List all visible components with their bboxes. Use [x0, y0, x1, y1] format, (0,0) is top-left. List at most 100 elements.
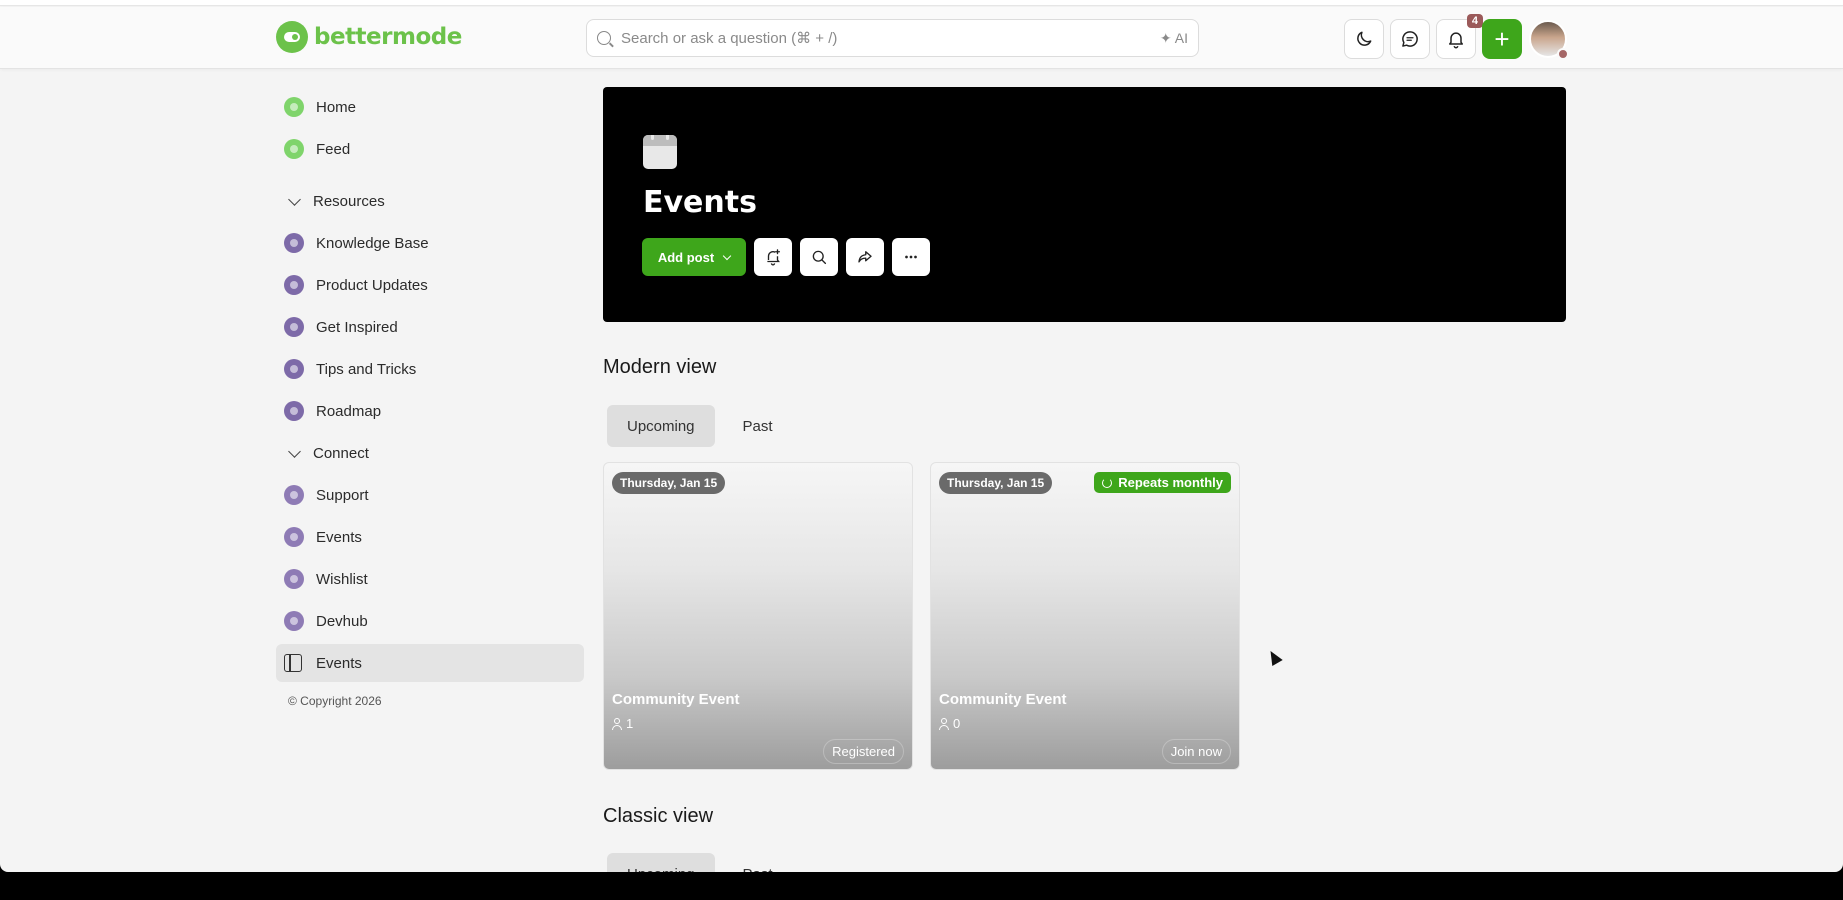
sidebar-item-label: Home — [316, 98, 357, 116]
user-icon — [939, 717, 949, 730]
tab-upcoming[interactable]: Upcoming — [607, 853, 715, 872]
add-post-button[interactable]: Add post — [642, 238, 746, 276]
sidebar-item-get-inspired[interactable]: Get Inspired — [276, 308, 584, 346]
moon-icon — [1357, 31, 1372, 46]
chat-bubble-icon — [284, 527, 304, 547]
sidebar-item-devhub[interactable]: Devhub — [276, 602, 584, 640]
at-sign-icon — [284, 611, 304, 631]
sidebar-item-wishlist[interactable]: Wishlist — [276, 560, 584, 598]
chevron-down-icon — [288, 192, 301, 206]
notification-badge: 4 — [1466, 14, 1483, 28]
attendee-count: 1 — [612, 716, 633, 731]
sidebar-item-label: Support — [316, 486, 369, 504]
sidebar-item-label: Feed — [316, 140, 351, 158]
user-icon — [612, 717, 622, 730]
repeat-icon — [1102, 477, 1113, 488]
event-date-badge: Thursday, Jan 15 — [939, 472, 1053, 494]
sidebar-item-label: Get Inspired — [316, 318, 398, 336]
status-indicator — [1557, 48, 1569, 60]
sidebar-item-home[interactable]: Home — [276, 88, 584, 126]
sidebar-panel-icon — [284, 654, 302, 672]
browser-top-strip — [0, 0, 1843, 6]
chevron-down-icon — [288, 444, 301, 458]
event-card[interactable]: Thursday, Jan 15 Repeats monthly Communi… — [930, 462, 1240, 770]
create-button[interactable]: + — [1482, 19, 1522, 59]
subscribe-button[interactable] — [754, 238, 792, 276]
search-input[interactable] — [621, 29, 1160, 47]
sidebar-item-feed[interactable]: Feed — [276, 130, 584, 168]
sidebar-item-label: Events — [316, 528, 362, 546]
section-heading-classic-view: Classic view — [603, 805, 714, 827]
event-card[interactable]: Thursday, Jan 15 Community Event 1 Regis… — [603, 462, 913, 770]
section-heading-modern-view: Modern view — [603, 356, 717, 378]
dark-mode-button[interactable] — [1344, 19, 1384, 59]
lightbulb-icon — [284, 233, 304, 253]
logo-text: bettermode — [314, 24, 462, 50]
attendee-count-value: 1 — [626, 716, 634, 731]
sidebar-item-label: Knowledge Base — [316, 234, 429, 252]
classic-view-tabs: Upcoming Past — [607, 853, 793, 872]
more-options-button[interactable] — [892, 238, 930, 276]
search-space-button[interactable] — [800, 238, 838, 276]
add-post-label: Add post — [657, 249, 715, 265]
chat-icon — [1402, 31, 1418, 47]
attendee-count: 0 — [939, 716, 960, 731]
sidebar-item-label: Product Updates — [316, 276, 428, 294]
top-header: bettermode ✦ AI 4 + — [0, 7, 1843, 69]
event-title[interactable]: Community Event — [612, 691, 740, 708]
share-icon — [858, 251, 872, 263]
section-connect-toggle[interactable]: Connect — [276, 434, 584, 472]
sidebar-item-knowledge-base[interactable]: Knowledge Base — [276, 224, 584, 262]
sidebar-item-label: Wishlist — [316, 570, 368, 588]
sidebar-item-events-active[interactable]: Events — [276, 644, 584, 682]
chevron-down-icon — [722, 251, 732, 260]
repeats-label: Repeats monthly — [1118, 475, 1223, 490]
messages-button[interactable] — [1390, 19, 1430, 59]
section-label: Resources — [313, 192, 385, 210]
search-icon — [597, 31, 611, 45]
calendar-icon — [643, 135, 677, 169]
event-title[interactable]: Community Event — [939, 691, 1067, 708]
page-title: Events — [643, 185, 757, 220]
section-label: Connect — [313, 444, 369, 462]
tab-upcoming[interactable]: Upcoming — [607, 405, 715, 447]
sidebar-item-roadmap[interactable]: Roadmap — [276, 392, 584, 430]
sidebar-item-label: Devhub — [316, 612, 368, 630]
bell-icon — [1449, 32, 1463, 49]
logo-mark-icon — [276, 21, 308, 53]
chat-bubble-icon — [284, 485, 304, 505]
sidebar-item-events[interactable]: Events — [276, 518, 584, 556]
sidebar-item-product-updates[interactable]: Product Updates — [276, 266, 584, 304]
event-date-badge: Thursday, Jan 15 — [612, 472, 726, 494]
sidebar: Home Feed Resources Knowledge Base Produ… — [276, 88, 584, 708]
modern-view-tabs: Upcoming Past — [607, 405, 793, 447]
ai-button[interactable]: ✦ AI — [1160, 30, 1188, 47]
tab-past[interactable]: Past — [723, 405, 793, 447]
mouse-cursor-icon — [1265, 647, 1283, 667]
sidebar-item-tips-and-tricks[interactable]: Tips and Tricks — [276, 350, 584, 388]
map-icon — [284, 401, 304, 421]
section-resources-toggle[interactable]: Resources — [276, 182, 584, 220]
attendee-count-value: 0 — [953, 716, 961, 731]
registered-button[interactable]: Registered — [823, 739, 904, 764]
app-viewport: bettermode ✦ AI 4 + Home Feed — [0, 0, 1843, 872]
search-bar[interactable]: ✦ AI — [586, 19, 1199, 57]
sidebar-item-support[interactable]: Support — [276, 476, 584, 514]
bulb-icon — [284, 569, 304, 589]
notifications-button[interactable]: 4 — [1436, 14, 1483, 59]
share-button[interactable] — [846, 238, 884, 276]
search-icon — [812, 250, 827, 265]
sidebar-item-label: Roadmap — [316, 402, 382, 420]
feed-icon — [284, 139, 304, 159]
bell-plus-icon — [767, 249, 781, 266]
logo[interactable]: bettermode — [276, 21, 462, 53]
glasses-icon — [284, 317, 304, 337]
magic-wand-icon — [284, 359, 304, 379]
sidebar-item-label: Tips and Tricks — [316, 360, 417, 378]
tab-past[interactable]: Past — [723, 853, 793, 873]
rocket-icon — [284, 275, 304, 295]
repeats-badge: Repeats monthly — [1094, 472, 1231, 493]
more-dots-icon — [905, 255, 917, 259]
join-now-button[interactable]: Join now — [1161, 739, 1231, 764]
sidebar-item-label: Events — [316, 654, 362, 672]
